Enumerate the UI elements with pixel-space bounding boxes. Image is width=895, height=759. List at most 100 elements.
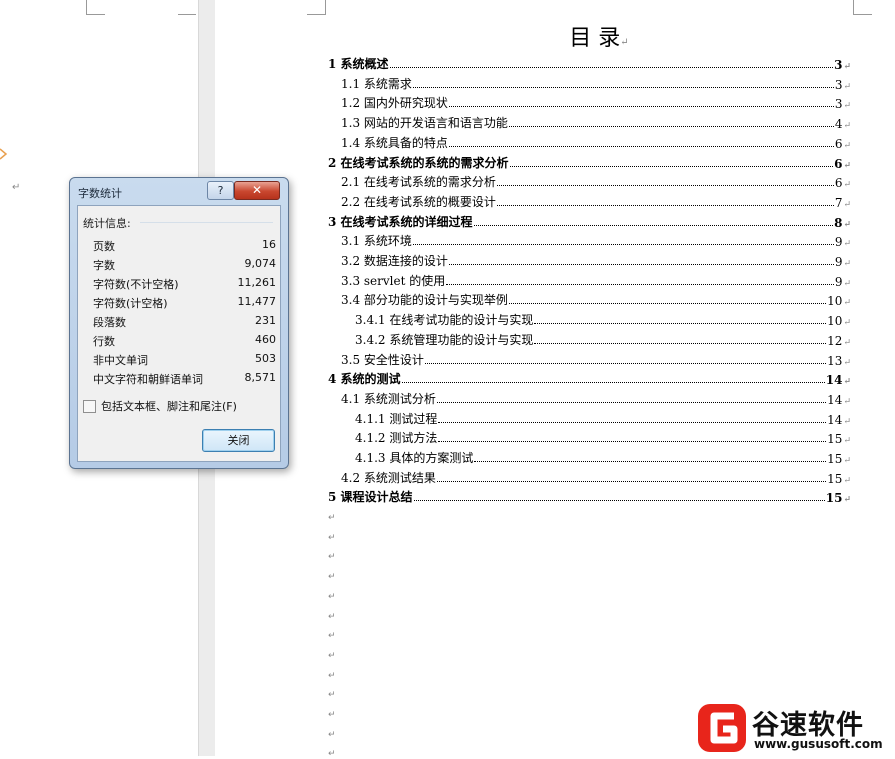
toc-entry-page: 3 (834, 58, 843, 72)
stat-label: 字符数(计空格) (93, 297, 168, 310)
toc-entry-page: 7 (834, 196, 843, 210)
toc-entry-label: 1.1 系统需求 (341, 77, 412, 91)
toc-entry-label: 4.1.2 测试方法 (355, 431, 438, 445)
toc-entry[interactable]: 2.1 在线考试系统的需求分析 6 ↵ (341, 172, 851, 190)
stat-row: 中文字符和朝鲜语单词 8,571 (93, 369, 276, 388)
toc-leader (496, 204, 834, 206)
toc-entry-page: 6 (834, 157, 843, 171)
toc-leader (436, 480, 827, 482)
paragraph-mark: ↵ (843, 476, 851, 486)
dialog-body: 统计信息: 页数 16 字数 9,074 字符数(不计空格) 11,261 字符数(计空格)… (77, 205, 281, 462)
toc-entry-page: 10 (827, 294, 843, 308)
toc-entry[interactable]: 5 课程设计总结 15 ↵ (328, 487, 851, 505)
toc-entry-page: 4 (834, 117, 843, 131)
stat-row: 字数 9,074 (93, 255, 276, 274)
toc-entry-label: 4.1.1 测试过程 (355, 412, 438, 426)
toc-entry[interactable]: 3.5 安全性设计 13 ↵ (341, 350, 851, 368)
toc-entry[interactable]: 1.3 网站的开发语言和语言功能 4 ↵ (341, 113, 851, 131)
stats-header: 统计信息: (83, 217, 131, 230)
paragraph-mark: ↵ (843, 259, 851, 269)
toc-leader (413, 499, 825, 501)
paragraph-mark: ↵ (328, 591, 336, 602)
paragraph-mark: ↵ (843, 318, 851, 328)
toc-entry-page: 15 (827, 432, 843, 446)
paragraph-mark: ↵ (843, 436, 851, 446)
paragraph-mark: ↵ (843, 417, 851, 427)
stat-value: 460 (255, 333, 276, 346)
toc-entry-page: 3 (834, 97, 843, 111)
toc-entry[interactable]: 4 系统的测试 14 ↵ (328, 369, 851, 387)
toc-leader (401, 381, 825, 383)
toc-entry[interactable]: 4.1.3 具体的方案测试 15 ↵ (355, 448, 851, 466)
toc-entry[interactable]: 3.4.2 系统管理功能的设计与实现 12 ↵ (355, 330, 851, 348)
toc-entry-label: 1 系统概述 (328, 57, 389, 71)
paragraph-mark: ↵ (843, 62, 851, 72)
stat-value: 9,074 (244, 257, 277, 270)
paragraph-mark: ↵ (328, 631, 336, 642)
toc-leader (448, 105, 834, 107)
paragraph-mark: ↵ (12, 182, 21, 193)
include-label: 包括文本框、脚注和尾注(F) (101, 400, 237, 413)
toc-entry[interactable]: 4.1 系统测试分析 14 ↵ (341, 389, 851, 407)
toc-entry-page: 15 (827, 472, 843, 486)
stat-row: 非中文单词 503 (93, 350, 276, 369)
toc-entry-label: 5 课程设计总结 (328, 490, 413, 504)
include-checkbox[interactable] (83, 399, 96, 413)
paragraph-mark: ↵ (843, 180, 851, 190)
paragraph-mark: ↵ (843, 298, 851, 308)
toc-leader (534, 342, 827, 344)
toc-entry[interactable]: 2.2 在线考试系统的概要设计 7 ↵ (341, 192, 851, 210)
toc-entry-page: 6 (834, 176, 843, 190)
paragraph-mark: ↵ (843, 358, 851, 368)
toc-leader (509, 165, 834, 167)
toc-leader (446, 283, 834, 285)
toc-entry-page: 9 (834, 235, 843, 249)
crop-mark-top-right (853, 0, 872, 15)
toc-leader (496, 184, 834, 186)
stat-value: 11,261 (237, 276, 277, 289)
divider (140, 222, 273, 223)
toc-entry-label: 3.4.2 系统管理功能的设计与实现 (355, 333, 534, 347)
toc-entry-label: 3 在线考试系统的详细过程 (328, 215, 473, 229)
stat-row: 页数 16 (93, 236, 276, 255)
toc-entry[interactable]: 4.1.2 测试方法 15 ↵ (355, 428, 851, 446)
help-button[interactable]: ? (207, 181, 234, 200)
include-textboxes-option[interactable]: 包括文本框、脚注和尾注(F) (83, 398, 237, 414)
toc-entry[interactable]: 3.3 servlet 的使用 9 ↵ (341, 271, 851, 289)
paragraph-mark: ↵ (328, 710, 336, 720)
toc-entry[interactable]: 1.2 国内外研究现状 3 ↵ (341, 93, 851, 111)
toc-entry[interactable]: 1.4 系统具备的特点 6 ↵ (341, 133, 851, 151)
toc-entry[interactable]: 1 系统概述 3 ↵ (328, 54, 851, 72)
paragraph-mark: ↵ (328, 513, 336, 523)
toc-entry-label: 4.1.3 具体的方案测试 (355, 451, 474, 465)
toc-entry-page: 3 (834, 78, 843, 92)
paragraph-mark: ↵ (843, 239, 851, 249)
toc-entry[interactable]: 3.1 系统环境 9 ↵ (341, 231, 851, 249)
stat-value: 8,571 (244, 371, 277, 384)
watermark-logo: 谷速软件 www.gususoft.com (696, 700, 895, 756)
toc-entry-label: 2.1 在线考试系统的需求分析 (341, 175, 496, 189)
toc-entry[interactable]: 1.1 系统需求 3 ↵ (341, 74, 851, 92)
toc-entry[interactable]: 3.4.1 在线考试功能的设计与实现 10 ↵ (355, 310, 851, 328)
paragraph-mark: ↵ (843, 220, 851, 230)
toc-entry[interactable]: 3.4 部分功能的设计与实现举例 10 ↵ (341, 290, 851, 308)
toc-entry-label: 3.2 数据连接的设计 (341, 254, 448, 268)
stat-row: 段落数 231 (93, 312, 276, 331)
toc-entry[interactable]: 2 在线考试系统的系统的需求分析 6 ↵ (328, 153, 851, 171)
close-button[interactable]: 关闭 (202, 429, 275, 452)
toc-leader (424, 362, 827, 364)
stat-row: 字符数(计空格) 11,477 (93, 293, 276, 312)
close-icon[interactable]: ✕ (234, 181, 280, 200)
toc-leader (474, 460, 827, 462)
toc-entry[interactable]: 3 在线考试系统的详细过程 8 ↵ (328, 212, 851, 230)
toc-entry-label: 2 在线考试系统的系统的需求分析 (328, 156, 509, 170)
toc-entry[interactable]: 4.2 系统测试结果 15 ↵ (341, 468, 851, 486)
toc-entry-label: 3.5 安全性设计 (341, 353, 424, 367)
toc-entry-label: 4.2 系统测试结果 (341, 471, 436, 485)
toc-entry-page: 15 (825, 491, 843, 505)
toc-entry[interactable]: 4.1.1 测试过程 14 ↵ (355, 409, 851, 427)
toc-entry-label: 3.1 系统环境 (341, 234, 412, 248)
toc-leader (389, 66, 834, 68)
toc-entry[interactable]: 3.2 数据连接的设计 9 ↵ (341, 251, 851, 269)
paragraph-mark: ↵ (843, 338, 851, 348)
